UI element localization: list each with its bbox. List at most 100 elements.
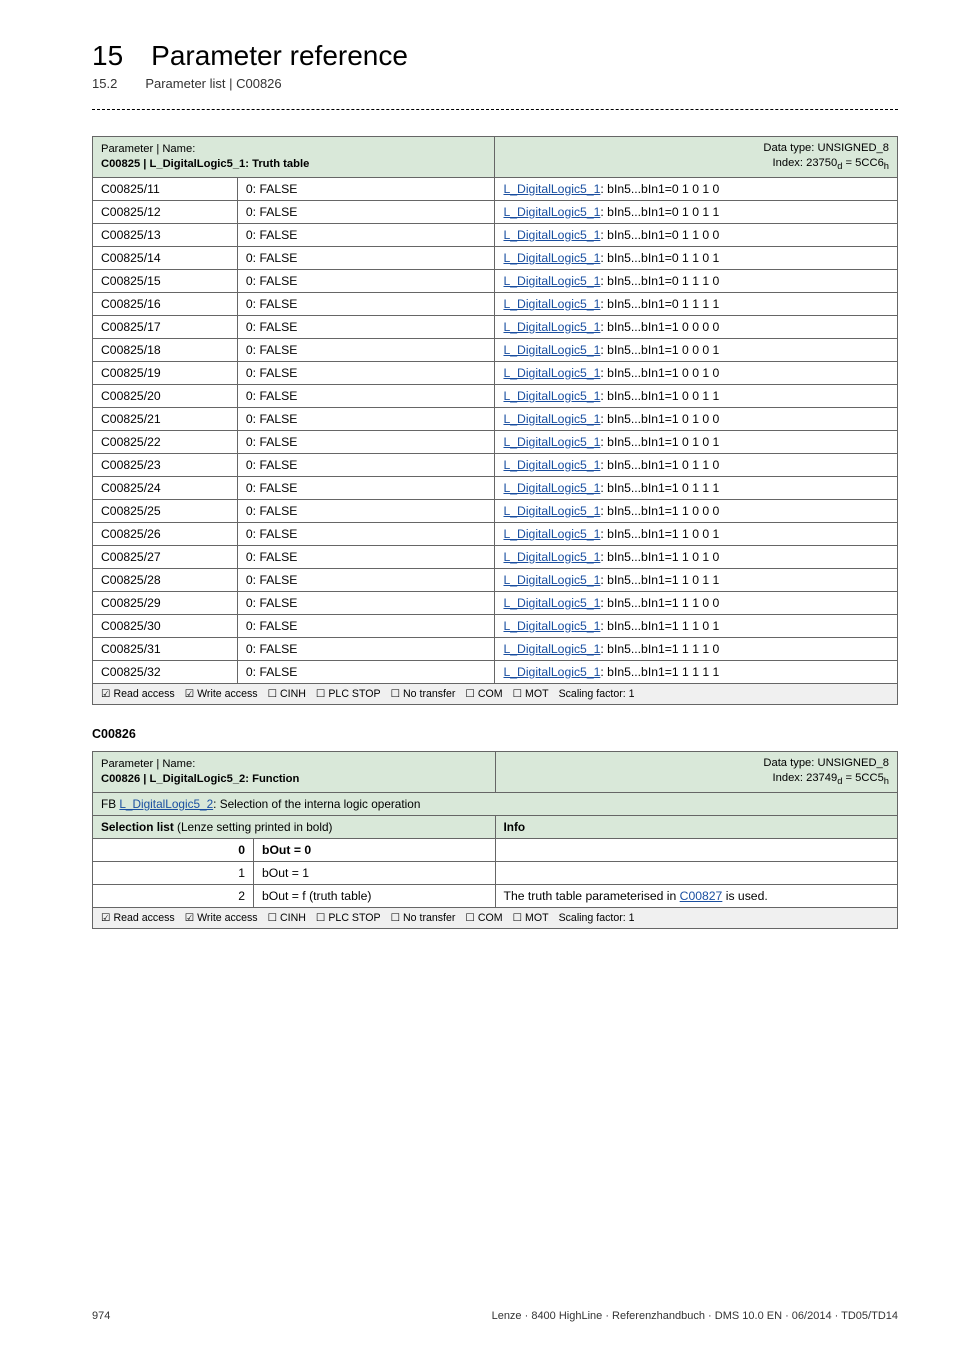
digital-logic-link[interactable]: L_DigitalLogic5_1 [503, 366, 600, 380]
selection-value: bOut = 0 [254, 838, 496, 861]
table-row: C00825/300: FALSEL_DigitalLogic5_1: bIn5… [93, 614, 898, 637]
digital-logic-link[interactable]: L_DigitalLogic5_1 [503, 504, 600, 518]
param-desc-tail: : bIn5...bIn1=1 1 1 1 0 [600, 642, 719, 656]
param-desc: L_DigitalLogic5_1: bIn5...bIn1=1 1 1 0 0 [495, 591, 898, 614]
param2-header-index: Index: 23749d = 5CC5h [773, 772, 889, 784]
param-desc: L_DigitalLogic5_1: bIn5...bIn1=1 0 0 0 1 [495, 338, 898, 361]
param-id: C00825/14 [93, 246, 238, 269]
page-number: 974 [92, 1310, 110, 1322]
digital-logic-link[interactable]: L_DigitalLogic5_1 [503, 435, 600, 449]
table2-footer: ☑ Read access☑ Write access☐ CINH☐ PLC S… [101, 912, 889, 924]
table-footer: ☑ Read access☑ Write access☐ CINH☐ PLC S… [101, 688, 889, 700]
footer-item: ☐ MOT [513, 912, 549, 924]
digital-logic-link[interactable]: L_DigitalLogic5_1 [503, 596, 600, 610]
param-desc: L_DigitalLogic5_1: bIn5...bIn1=1 1 1 0 1 [495, 614, 898, 637]
param-desc-tail: : bIn5...bIn1=1 0 0 0 0 [600, 320, 719, 334]
footer-item: Scaling factor: 1 [559, 912, 635, 924]
digital-logic-link[interactable]: L_DigitalLogic5_1 [503, 642, 600, 656]
param-desc-tail: : bIn5...bIn1=0 1 0 1 0 [600, 182, 719, 196]
param-desc: L_DigitalLogic5_1: bIn5...bIn1=1 1 0 1 1 [495, 568, 898, 591]
divider [92, 109, 898, 110]
param-value: 0: FALSE [237, 246, 495, 269]
digital-logic-link[interactable]: L_DigitalLogic5_1 [503, 458, 600, 472]
digital-logic-link[interactable]: L_DigitalLogic5_1 [503, 274, 600, 288]
param-desc-tail: : bIn5...bIn1=0 1 1 0 0 [600, 228, 719, 242]
param-desc: L_DigitalLogic5_1: bIn5...bIn1=1 1 1 1 0 [495, 637, 898, 660]
param-desc-tail: : bIn5...bIn1=1 0 0 1 1 [600, 389, 719, 403]
param-desc-tail: : bIn5...bIn1=1 0 1 0 1 [600, 435, 719, 449]
table-row: C00825/180: FALSEL_DigitalLogic5_1: bIn5… [93, 338, 898, 361]
param-desc-tail: : bIn5...bIn1=1 1 0 1 0 [600, 550, 719, 564]
table-row: C00825/240: FALSEL_DigitalLogic5_1: bIn5… [93, 476, 898, 499]
selection-value: bOut = 1 [254, 861, 496, 884]
digital-logic-link[interactable]: L_DigitalLogic5_1 [503, 343, 600, 357]
digital-logic-link[interactable]: L_DigitalLogic5_1 [503, 573, 600, 587]
digital-logic-link[interactable]: L_DigitalLogic5_1 [503, 412, 600, 426]
selection-index: 1 [93, 861, 254, 884]
param-desc-tail: : bIn5...bIn1=1 1 1 0 1 [600, 619, 719, 633]
param-id: C00825/12 [93, 200, 238, 223]
param-desc: L_DigitalLogic5_1: bIn5...bIn1=0 1 1 1 1 [495, 292, 898, 315]
param-desc-tail: : bIn5...bIn1=0 1 1 1 0 [600, 274, 719, 288]
digital-logic-link[interactable]: L_DigitalLogic5_1 [503, 550, 600, 564]
param-desc: L_DigitalLogic5_1: bIn5...bIn1=0 1 1 0 0 [495, 223, 898, 246]
param-desc-tail: : bIn5...bIn1=1 0 1 1 0 [600, 458, 719, 472]
param-value: 0: FALSE [237, 407, 495, 430]
param-value: 0: FALSE [237, 545, 495, 568]
digital-logic-link[interactable]: L_DigitalLogic5_1 [503, 251, 600, 265]
digital-logic-link[interactable]: L_DigitalLogic5_1 [503, 481, 600, 495]
param-id: C00825/31 [93, 637, 238, 660]
selection-value: bOut = f (truth table) [254, 884, 496, 907]
digital-logic-link[interactable]: L_DigitalLogic5_1 [503, 297, 600, 311]
param-desc: L_DigitalLogic5_1: bIn5...bIn1=1 1 1 1 1 [495, 660, 898, 683]
table-row: C00825/120: FALSEL_DigitalLogic5_1: bIn5… [93, 200, 898, 223]
fb-link[interactable]: L_DigitalLogic5_2 [119, 797, 213, 811]
param-value: 0: FALSE [237, 614, 495, 637]
selection-list-hint: (Lenze setting printed in bold) [174, 820, 333, 834]
digital-logic-link[interactable]: L_DigitalLogic5_1 [503, 665, 600, 679]
param-id: C00825/28 [93, 568, 238, 591]
digital-logic-link[interactable]: L_DigitalLogic5_1 [503, 619, 600, 633]
param-desc: L_DigitalLogic5_1: bIn5...bIn1=1 0 0 0 0 [495, 315, 898, 338]
selection-index: 2 [93, 884, 254, 907]
digital-logic-link[interactable]: L_DigitalLogic5_1 [503, 389, 600, 403]
selection-info [495, 861, 898, 884]
param-value: 0: FALSE [237, 660, 495, 683]
param-value: 0: FALSE [237, 177, 495, 200]
footer-item: ☐ No transfer [391, 912, 456, 924]
table-row: C00825/140: FALSEL_DigitalLogic5_1: bIn5… [93, 246, 898, 269]
param2-header-name: C00826 | L_DigitalLogic5_2: Function [101, 773, 299, 785]
param-header-datatype: Data type: UNSIGNED_8 [763, 142, 889, 154]
param-value: 0: FALSE [237, 568, 495, 591]
digital-logic-link[interactable]: L_DigitalLogic5_1 [503, 182, 600, 196]
footer-item: ☐ CINH [268, 688, 306, 700]
table-row: C00825/150: FALSEL_DigitalLogic5_1: bIn5… [93, 269, 898, 292]
fb-tail: : Selection of the interna logic operati… [213, 797, 420, 811]
param-id: C00825/18 [93, 338, 238, 361]
footer-item: ☑ Write access [185, 688, 258, 700]
param-header-name: C00825 | L_DigitalLogic5_1: Truth table [101, 158, 309, 170]
param-value: 0: FALSE [237, 361, 495, 384]
param-desc-tail: : bIn5...bIn1=1 1 1 1 1 [600, 665, 719, 679]
footer-item: ☑ Write access [185, 912, 258, 924]
digital-logic-link[interactable]: L_DigitalLogic5_1 [503, 320, 600, 334]
digital-logic-link[interactable]: L_DigitalLogic5_1 [503, 205, 600, 219]
param-id: C00825/23 [93, 453, 238, 476]
param-id: C00825/15 [93, 269, 238, 292]
table-row: C00825/110: FALSEL_DigitalLogic5_1: bIn5… [93, 177, 898, 200]
footer-item: Scaling factor: 1 [559, 688, 635, 700]
section-number: 15.2 [92, 76, 117, 91]
digital-logic-link[interactable]: L_DigitalLogic5_1 [503, 228, 600, 242]
param-id: C00825/22 [93, 430, 238, 453]
param-id: C00825/19 [93, 361, 238, 384]
param-desc: L_DigitalLogic5_1: bIn5...bIn1=1 0 1 0 1 [495, 430, 898, 453]
info-link[interactable]: C00827 [680, 889, 723, 903]
param-header-index: Index: 23750d = 5CC6h [773, 157, 889, 169]
section-c00826-label: C00826 [92, 727, 898, 741]
section-title: Parameter list | C00826 [145, 76, 281, 91]
footer-item: ☐ COM [465, 688, 502, 700]
digital-logic-link[interactable]: L_DigitalLogic5_1 [503, 527, 600, 541]
param-desc: L_DigitalLogic5_1: bIn5...bIn1=1 0 1 1 0 [495, 453, 898, 476]
param-value: 0: FALSE [237, 430, 495, 453]
fb-prefix: FB [101, 797, 119, 811]
